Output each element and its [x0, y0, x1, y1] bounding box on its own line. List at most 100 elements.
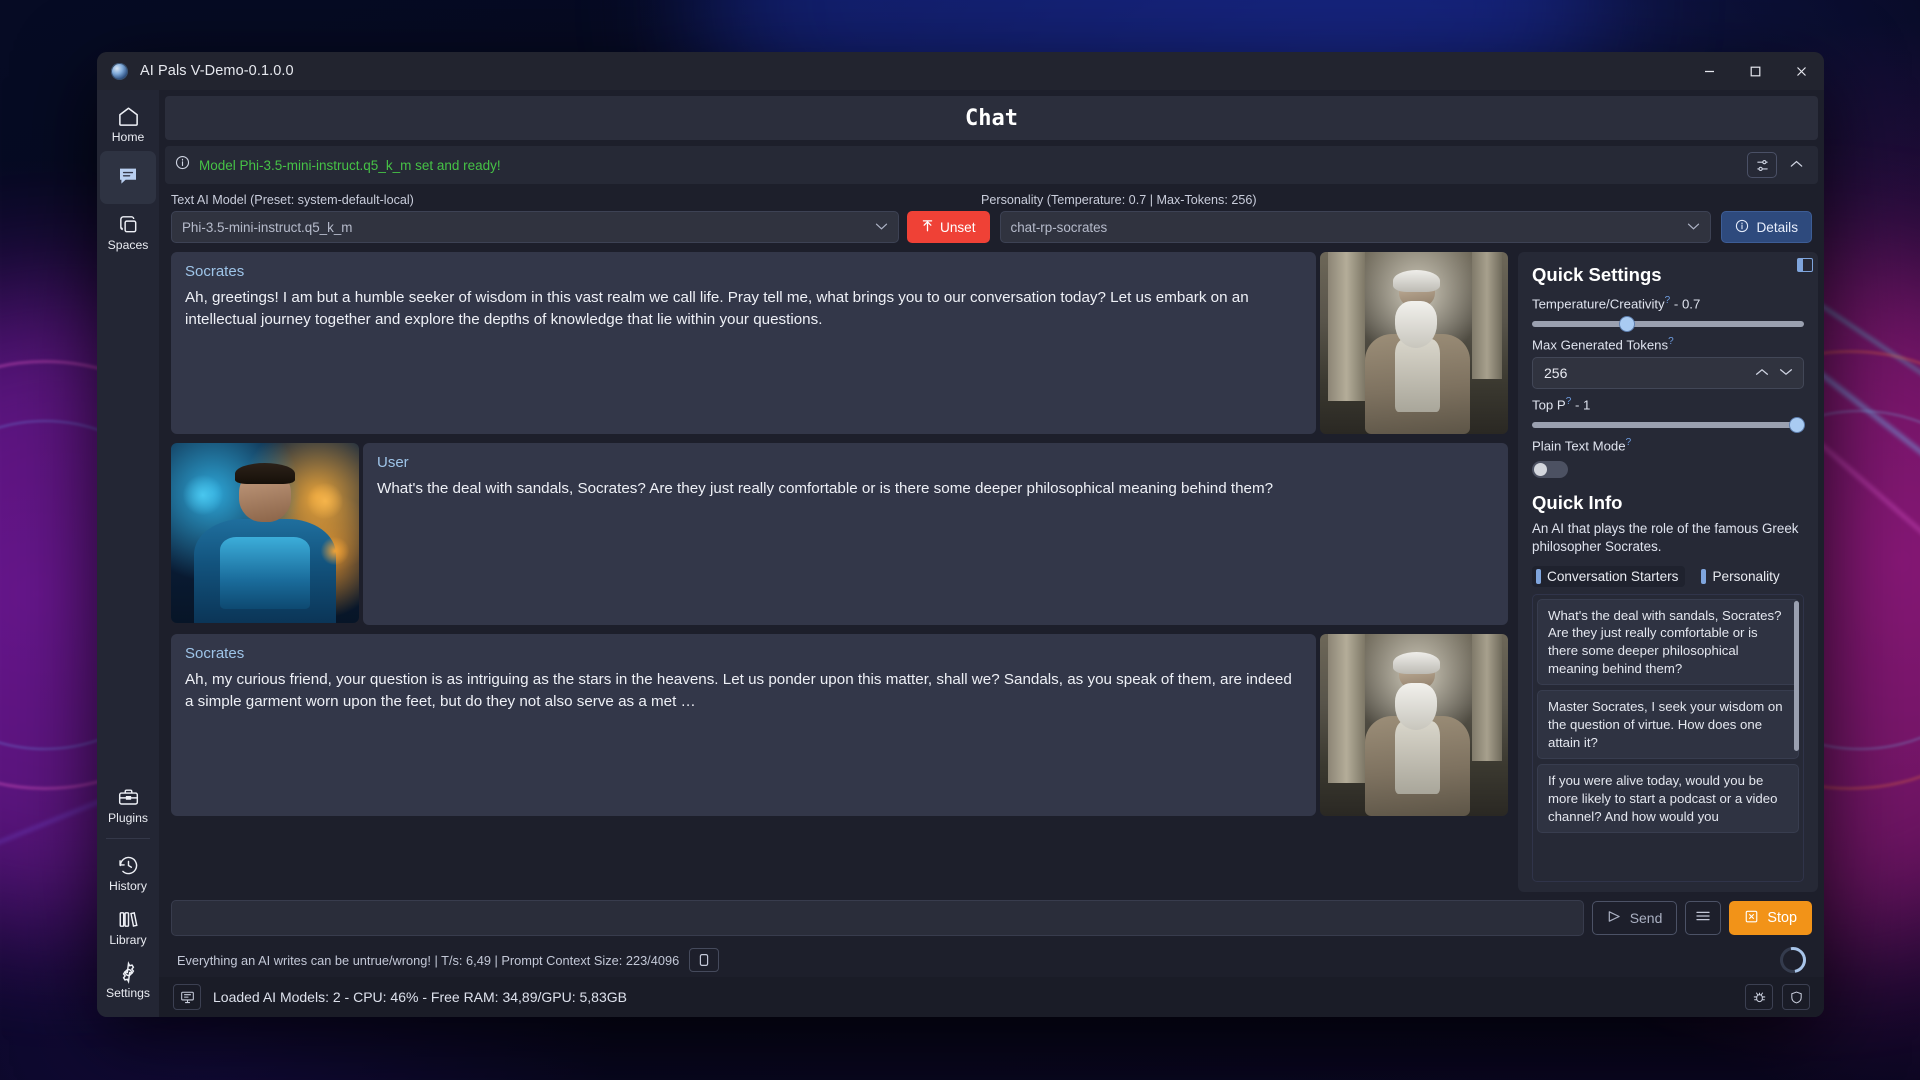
conversation-starters-list[interactable]: What's the deal with sandals, Socrates? … [1532, 593, 1804, 882]
sidebar-item-settings[interactable]: Settings [100, 954, 156, 1005]
composer-menu-button[interactable] [1685, 901, 1722, 935]
info-circle-icon [175, 155, 190, 175]
selector-row: Phi-3.5-mini-instruct.q5_k_m Unset chat-… [171, 211, 1812, 243]
chevron-down-icon [1687, 220, 1700, 234]
starter-item[interactable]: If you were alive today, would you be mo… [1537, 764, 1799, 834]
chevron-up-icon[interactable] [1785, 157, 1808, 174]
avatar-hair [234, 462, 296, 485]
stepper-down-icon[interactable] [1775, 366, 1797, 380]
message-author: Socrates [185, 645, 245, 662]
stop-square-icon [1744, 909, 1759, 928]
app-logo-icon [111, 62, 128, 80]
help-icon[interactable]: ? [1626, 437, 1632, 448]
max-tokens-stepper[interactable]: 256 [1532, 356, 1804, 389]
temperature-slider-knob[interactable] [1620, 317, 1635, 332]
avatar-beard [1395, 683, 1437, 731]
hamburger-icon [1695, 909, 1711, 927]
tab-marker-icon [1536, 568, 1541, 584]
top-p-slider-knob[interactable] [1790, 418, 1804, 433]
home-icon [117, 105, 140, 128]
close-button[interactable] [1778, 52, 1824, 90]
main-area: Chat Model Phi-3.5-mini-instruct.q5_k_m … [159, 90, 1824, 1017]
unset-label: Unset [940, 219, 976, 235]
server-monitor-icon[interactable] [173, 984, 201, 1010]
stop-button[interactable]: Stop [1729, 901, 1812, 935]
disclaimer-text: Everything an AI writes can be untrue/wr… [177, 952, 680, 968]
model-status-text: Model Phi-3.5-mini-instruct.q5_k_m set a… [199, 157, 501, 173]
send-button[interactable]: Send [1591, 901, 1678, 935]
tab-personality[interactable]: Personality [1697, 566, 1786, 587]
panel-collapse-icon[interactable] [1797, 258, 1813, 272]
disclaimer-row: Everything an AI writes can be untrue/wr… [165, 941, 1818, 979]
stop-label: Stop [1767, 910, 1797, 926]
message-input[interactable] [171, 900, 1584, 936]
avatar-tunic [1395, 721, 1441, 795]
help-icon[interactable]: ? [1668, 336, 1674, 347]
starter-item[interactable]: Master Socrates, I seek your wisdom on t… [1537, 690, 1799, 760]
message-bubble: Socrates Ah, my curious friend, your que… [171, 634, 1316, 816]
details-button[interactable]: Details [1721, 211, 1812, 243]
sidebar-item-chat[interactable] [100, 151, 156, 205]
books-icon [117, 908, 140, 931]
minimize-button[interactable] [1686, 52, 1732, 90]
bug-icon[interactable] [1745, 984, 1773, 1010]
max-tokens-value: 256 [1544, 364, 1568, 381]
user-avatar [171, 443, 359, 623]
help-icon[interactable]: ? [1665, 295, 1671, 306]
tab-conversation-starters[interactable]: Conversation Starters [1532, 565, 1686, 587]
chat-message-list[interactable]: Socrates Ah, greetings! I am but a humbl… [165, 252, 1512, 892]
page-header: Chat [165, 96, 1818, 140]
plain-text-mode-toggle[interactable] [1532, 460, 1568, 478]
app-title: AI Pals V-Demo-0.1.0.0 [140, 63, 294, 79]
send-arrow-icon [1607, 910, 1622, 926]
avatar-glow-orange-2 [319, 536, 350, 566]
avatar-column-left [1327, 252, 1366, 402]
sidebar-item-home[interactable]: Home [100, 98, 156, 149]
starters-scrollbar[interactable] [1794, 600, 1799, 751]
socrates-avatar [1320, 252, 1508, 434]
sidebar-item-spaces[interactable]: Spaces [100, 206, 156, 257]
sidebar-item-plugins[interactable]: Plugins [100, 779, 156, 830]
sidebar-item-label: Spaces [107, 238, 149, 253]
stepper-up-icon[interactable] [1751, 366, 1773, 380]
sidebar-item-label: Plugins [108, 811, 148, 826]
model-select[interactable]: Phi-3.5-mini-instruct.q5_k_m [171, 211, 899, 243]
shield-icon[interactable] [1782, 984, 1810, 1010]
sidebar-item-label: Settings [105, 985, 151, 1000]
help-icon[interactable]: ? [1566, 396, 1572, 407]
avatar-hair [1393, 270, 1441, 293]
message-text: Ah, greetings! I am but a humble seeker … [185, 289, 1249, 328]
top-p-slider[interactable] [1532, 418, 1804, 433]
model-status-strip: Model Phi-3.5-mini-instruct.q5_k_m set a… [165, 146, 1818, 184]
avatar-beard [1395, 301, 1437, 349]
avatar-column-right [1472, 252, 1503, 380]
copy-icon[interactable] [689, 948, 720, 972]
temperature-value: 0.7 [1681, 296, 1701, 312]
sidebar-item-library[interactable]: Library [100, 901, 156, 952]
chat-message: Socrates Ah, my curious friend, your que… [171, 634, 1508, 816]
temperature-slider[interactable] [1532, 317, 1804, 332]
content-row: Socrates Ah, greetings! I am but a humbl… [165, 252, 1818, 892]
sliders-icon[interactable] [1747, 152, 1777, 178]
strip-actions [1747, 152, 1808, 178]
model-select-value: Phi-3.5-mini-instruct.q5_k_m [182, 219, 353, 235]
quick-info-heading: Quick Info [1532, 491, 1623, 513]
starter-item[interactable]: What's the deal with sandals, Socrates? … [1537, 598, 1799, 686]
message-text: What's the deal with sandals, Socrates? … [377, 480, 1274, 497]
personality-select-value: chat-rp-socrates [1010, 219, 1108, 235]
personality-select[interactable]: chat-rp-socrates [999, 211, 1712, 243]
message-bubble: User What's the deal with sandals, Socra… [363, 443, 1508, 625]
tab-label: Conversation Starters [1547, 568, 1679, 584]
page-title: Chat [965, 105, 1018, 131]
sidebar-item-history[interactable]: History [100, 847, 156, 898]
socrates-avatar [1320, 634, 1508, 816]
model-select-label: Text AI Model (Preset: system-default-lo… [171, 193, 414, 207]
chat-message: User What's the deal with sandals, Socra… [171, 443, 1508, 625]
chat-message: Socrates Ah, greetings! I am but a humbl… [171, 252, 1508, 434]
unset-button[interactable]: Unset [907, 211, 990, 243]
window-controls [1686, 52, 1824, 90]
status-bar-actions [1745, 984, 1810, 1010]
tab-label: Personality [1712, 568, 1780, 584]
maximize-button[interactable] [1732, 52, 1778, 90]
sidebar-item-label: Library [109, 932, 147, 947]
